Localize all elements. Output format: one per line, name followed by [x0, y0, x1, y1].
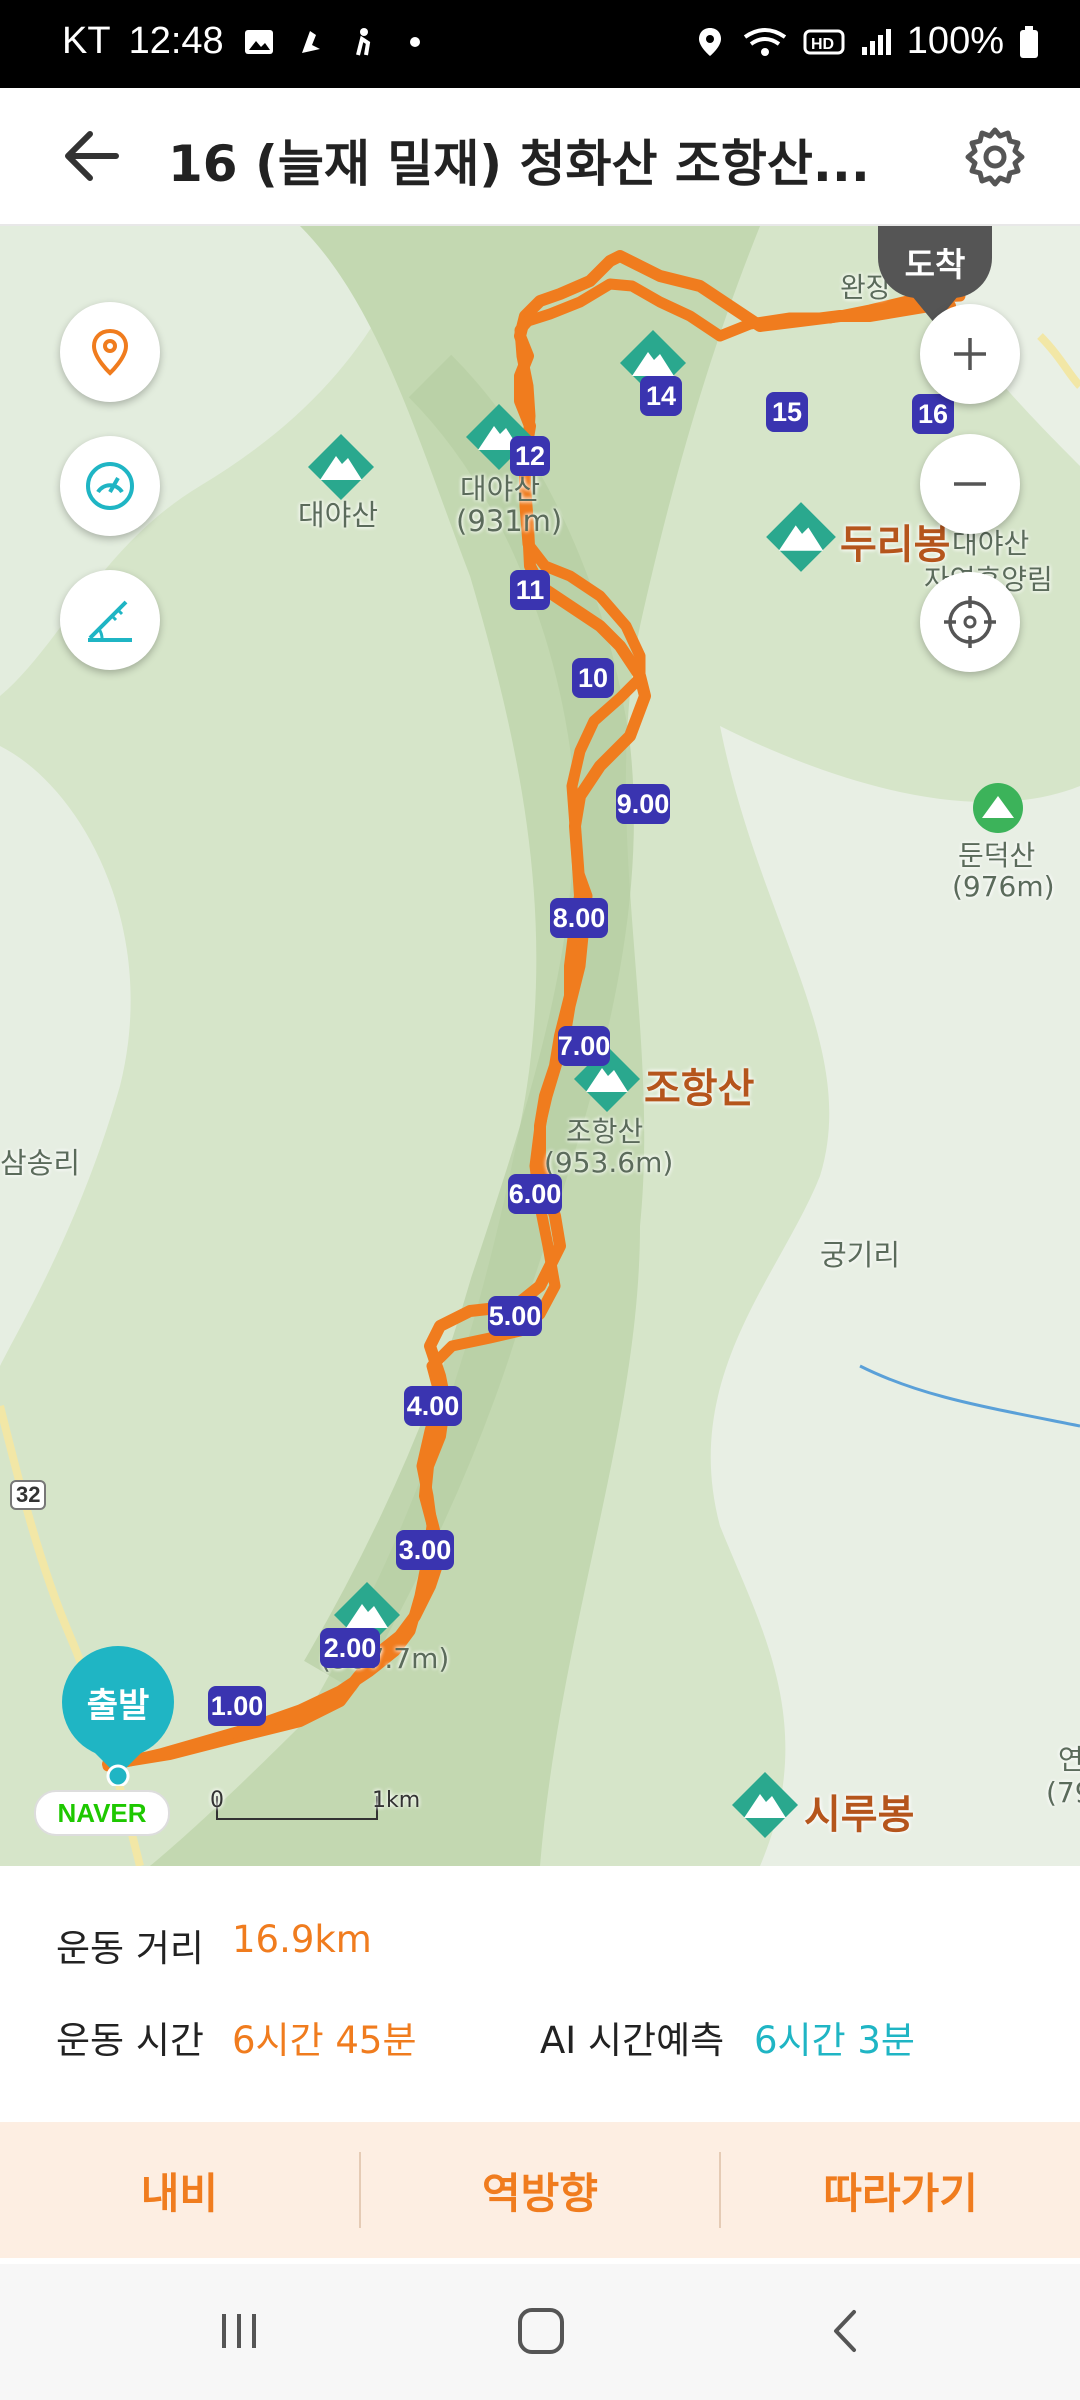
- wifi-icon: [743, 27, 786, 56]
- km-marker: 12: [510, 436, 550, 476]
- km-marker: 15: [766, 392, 808, 432]
- place-label: 삼송리: [0, 1146, 81, 1180]
- km-marker: 7.00: [558, 1026, 610, 1066]
- distance-label: 운동 거리: [56, 1927, 204, 1970]
- km-marker: 4.00: [404, 1386, 462, 1426]
- app-header: 16 (늘재 밀재) 청화산 조항산...: [0, 88, 1080, 226]
- location-icon: [698, 27, 721, 56]
- clock: 12:48: [128, 20, 224, 62]
- zoom-in-button[interactable]: [920, 304, 1020, 404]
- km-marker: 5.00: [488, 1296, 542, 1336]
- km-marker: 16: [912, 394, 954, 434]
- km-marker: 14: [640, 376, 682, 416]
- system-nav-bar: [0, 2264, 1080, 2400]
- km-marker: 2.00: [320, 1628, 380, 1668]
- notification-icon: [301, 30, 320, 53]
- follow-route-button[interactable]: 따라가기: [721, 2122, 1080, 2258]
- action-bar: 내비 역방향 따라가기: [0, 2122, 1080, 2258]
- location-pin-icon: [91, 328, 129, 376]
- place-label: (79: [1046, 1776, 1080, 1809]
- start-badge[interactable]: 출발: [62, 1646, 174, 1758]
- elevation-slope-icon: [88, 600, 132, 642]
- km-marker: 1.00: [208, 1686, 266, 1726]
- map-view[interactable]: 대야산 대야산 (931m) 두리봉 대야산 자연휴양림 둔덕산 (976m) …: [0, 226, 1080, 1866]
- location-pin-button[interactable]: [60, 302, 160, 402]
- time-value: 6시간 45분: [232, 2019, 417, 2062]
- mountain-peak-icon[interactable]: [764, 500, 838, 574]
- peak-name: 조항산: [566, 1115, 644, 1148]
- svg-text:HD: HD: [811, 36, 834, 53]
- status-bar: KT 12:48 HD 100%: [0, 0, 1080, 88]
- navigation-button[interactable]: 내비: [0, 2122, 359, 2258]
- peak-name: 시루봉: [804, 1792, 915, 1838]
- road-number: 32: [10, 1480, 47, 1510]
- dot-icon: [409, 36, 420, 47]
- place-label: 궁기리: [820, 1238, 901, 1272]
- back-nav-icon[interactable]: [822, 2306, 868, 2356]
- gallery-icon: [244, 29, 273, 54]
- place-label: 연: [1058, 1743, 1080, 1776]
- hiking-icon: [355, 27, 370, 55]
- peak-elevation: (976m): [952, 870, 1055, 903]
- km-marker: 6.00: [508, 1174, 562, 1214]
- naver-logo: NAVER: [34, 1790, 170, 1836]
- reverse-route-button[interactable]: 역방향: [361, 2122, 720, 2258]
- distance-value: 16.9km: [232, 1918, 372, 1961]
- signal-icon: [861, 28, 891, 55]
- peak-elevation: (953.6m): [544, 1146, 674, 1179]
- peak-name: 조항산: [644, 1066, 755, 1112]
- peak-name: 대야산: [298, 498, 379, 532]
- carrier-label: KT: [62, 20, 111, 62]
- scale-end: 1km: [372, 1788, 421, 1813]
- scale-bar: [216, 1796, 378, 1820]
- home-icon[interactable]: [514, 2304, 568, 2358]
- mountain-peak-icon[interactable]: [972, 782, 1024, 834]
- start-pin-tail: [88, 1746, 148, 1786]
- ai-time-value: 6시간 3분: [754, 2019, 915, 2062]
- recent-apps-icon[interactable]: [214, 2306, 264, 2356]
- battery-percent: 100%: [906, 20, 1004, 62]
- arrival-badge[interactable]: 도착: [878, 226, 992, 298]
- summary-panel: 운동 거리 16.9km 운동 시간 6시간 45분 AI 시간예측 6시간 3…: [0, 1866, 1080, 2122]
- zoom-out-button[interactable]: [920, 434, 1020, 534]
- speedometer-button[interactable]: [60, 436, 160, 536]
- mountain-peak-icon[interactable]: [730, 1770, 800, 1840]
- hd-icon: HD: [803, 29, 845, 54]
- arrow-left-icon[interactable]: [56, 120, 136, 192]
- km-marker: 8.00: [550, 898, 608, 938]
- time-label: 운동 시간: [56, 2019, 204, 2062]
- peak-name: 둔덕산: [958, 839, 1036, 872]
- ai-time-label: AI 시간예측: [540, 2019, 725, 2062]
- speedometer-icon: [86, 462, 134, 510]
- plus-icon: [954, 338, 986, 370]
- crosshair-icon: [944, 596, 996, 648]
- peak-elevation: (931m): [456, 504, 563, 538]
- gear-icon[interactable]: [962, 124, 1028, 190]
- my-location-button[interactable]: [920, 572, 1020, 672]
- battery-icon: [1020, 25, 1038, 58]
- km-marker: 10: [572, 658, 614, 698]
- elevation-profile-button[interactable]: [60, 570, 160, 670]
- km-marker: 3.00: [396, 1530, 454, 1570]
- page-title: 16 (늘재 밀재) 청화산 조항산...: [168, 135, 868, 193]
- km-marker: 9.00: [616, 784, 670, 824]
- minus-icon: [954, 482, 986, 486]
- km-marker: 11: [510, 570, 550, 610]
- scale-start: 0: [210, 1788, 224, 1813]
